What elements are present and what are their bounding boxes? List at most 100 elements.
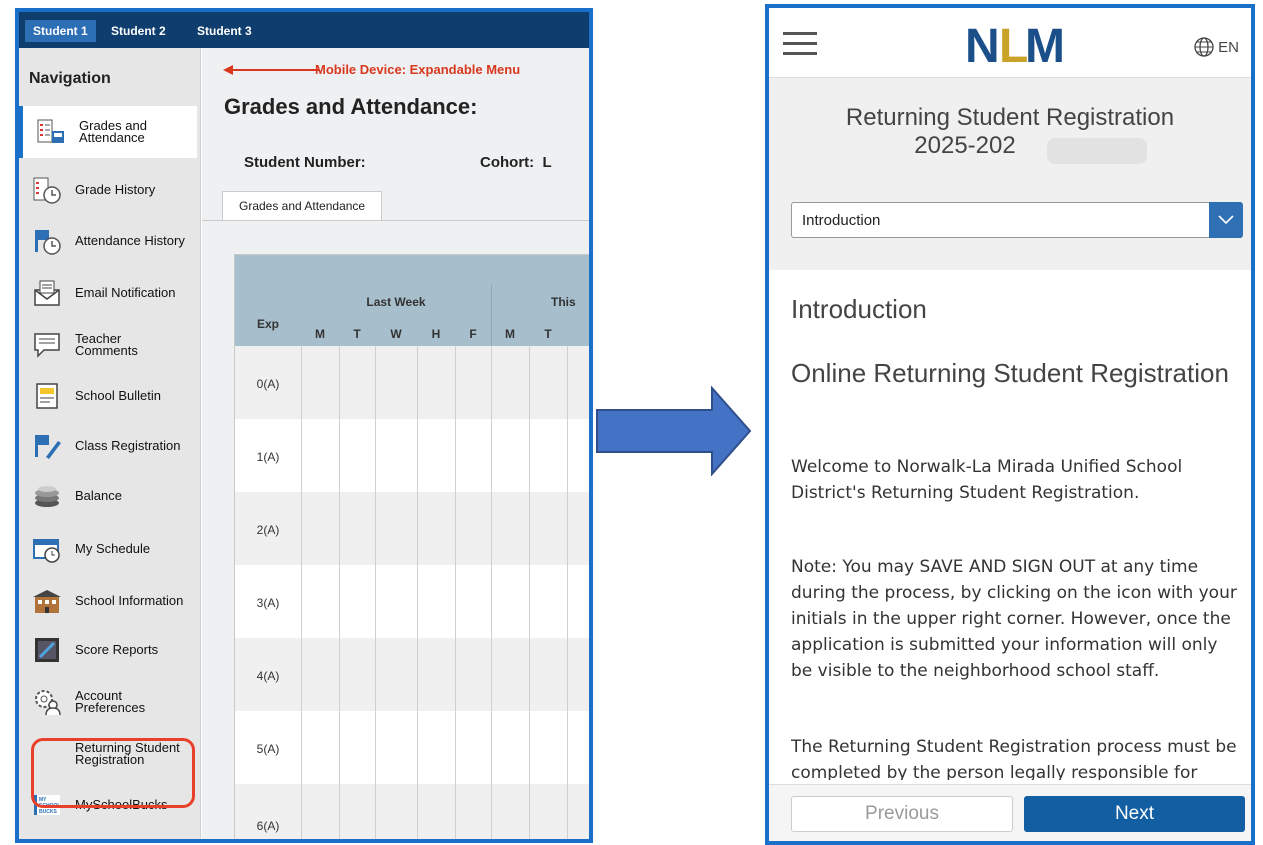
grades-attendance-icon	[35, 116, 67, 148]
cohort-value: L	[542, 154, 552, 171]
district-logo: N L M	[965, 18, 1077, 68]
period-label: 1(A)	[256, 450, 280, 464]
registration-year: 2025-202	[914, 132, 1016, 159]
redacted-year	[1047, 138, 1147, 164]
nav-label: Class Registration	[75, 438, 181, 453]
day-header: M	[505, 327, 515, 341]
school-information-icon	[31, 585, 63, 617]
note-paragraph: Note: You may SAVE AND SIGN OUT at any t…	[791, 557, 1237, 681]
school-bulletin-icon	[31, 380, 63, 412]
welcome-paragraph: Welcome to Norwalk-La Mirada Unified Sch…	[791, 457, 1183, 503]
nav-label: My Schedule	[75, 541, 151, 556]
globe-icon	[1194, 37, 1214, 57]
nav-item-teacher-comments[interactable]: Teacher Comments	[19, 322, 197, 368]
nav-item-class-registration[interactable]: Class Registration	[19, 422, 197, 470]
page-title: Grades and Attendance:	[224, 94, 478, 119]
nav-item-score-reports[interactable]: Score Reports	[19, 628, 197, 672]
app-header: N L M EN	[769, 8, 1251, 78]
process-paragraph: The Returning Student Registration proce…	[791, 737, 1237, 780]
nav-item-grade-history[interactable]: Grade History	[19, 166, 197, 214]
navigation-title: Navigation	[29, 70, 111, 87]
period-label: 3(A)	[256, 596, 280, 610]
email-notification-icon	[31, 277, 63, 309]
next-button[interactable]: Next	[1024, 796, 1245, 832]
attendance-history-icon	[31, 225, 63, 257]
this-week-header: This	[551, 295, 576, 309]
balance-icon	[31, 480, 63, 512]
hamburger-menu-icon[interactable]	[783, 32, 817, 56]
nav-item-account-preferences[interactable]: Account Preferences	[19, 678, 197, 726]
nav-item-my-schedule[interactable]: My Schedule	[19, 526, 197, 572]
teacher-comments-icon	[31, 329, 63, 361]
tab-divider	[202, 220, 589, 221]
nav-item-attendance-history[interactable]: Attendance History	[19, 218, 197, 264]
svg-text:M: M	[1025, 20, 1064, 68]
day-header: H	[431, 327, 441, 341]
transition-arrow	[596, 386, 752, 476]
nav-label: School Bulletin	[75, 388, 161, 403]
registration-title: Returning Student Registration 2025-202	[769, 104, 1251, 160]
nav-label: School Information	[75, 593, 184, 608]
step-selector[interactable]: Introduction	[791, 202, 1243, 238]
nav-label: Attendance History	[75, 233, 185, 248]
nav-item-school-bulletin[interactable]: School Bulletin	[19, 374, 197, 418]
nav-item-grades-attendance[interactable]: Grades and Attendance	[19, 106, 197, 158]
day-header: F	[469, 327, 477, 341]
nav-label: Teacher Comments	[75, 331, 138, 358]
left-screenshot: Student 1 Student 2 Student 3 Navigation…	[15, 8, 593, 843]
period-label: 5(A)	[256, 742, 280, 756]
right-screenshot: N L M EN Returning Student Registration …	[765, 4, 1255, 845]
highlight-box	[31, 738, 195, 808]
nav-label: Balance	[75, 488, 122, 503]
content-body: Introduction Online Returning Student Re…	[791, 270, 1241, 780]
exp-header: Exp	[256, 317, 279, 331]
my-schedule-icon	[31, 533, 63, 565]
day-header: T	[353, 327, 361, 341]
nav-item-email-notification[interactable]: Email Notification	[19, 270, 197, 316]
table-row	[235, 784, 589, 839]
day-header: W	[390, 327, 402, 341]
nav-label: Grades and Attendance	[79, 118, 147, 145]
attendance-grid: Exp Last Week This M T W H F M T 0(A) 1(…	[234, 254, 589, 839]
nav-label: Score Reports	[75, 642, 159, 657]
annotation-arrow	[223, 65, 319, 75]
nav-label: Grade History	[75, 182, 156, 197]
nav-item-balance[interactable]: Balance	[19, 476, 197, 516]
chevron-down-icon[interactable]	[1209, 202, 1243, 238]
student-number-label: Student Number:	[244, 154, 366, 171]
cohort-label: Cohort: L	[480, 154, 552, 171]
section-heading: Introduction	[791, 294, 927, 324]
student-tab-2[interactable]: Student 2	[103, 20, 174, 42]
score-reports-icon	[31, 634, 63, 666]
student-tab-bar: Student 1 Student 2 Student 3	[19, 12, 589, 48]
svg-text:BUCKS: BUCKS	[39, 809, 57, 815]
last-week-header: Last Week	[366, 295, 426, 309]
previous-button[interactable]: Previous	[791, 796, 1013, 832]
section-subheading: Online Returning Student Registration	[791, 358, 1229, 388]
language-selector[interactable]: EN	[1193, 36, 1239, 58]
svg-text:N: N	[965, 20, 999, 68]
grade-history-icon	[31, 174, 63, 206]
period-label: 2(A)	[256, 523, 280, 537]
day-header: T	[544, 327, 552, 341]
language-code: EN	[1218, 38, 1239, 56]
registration-header: Returning Student Registration 2025-202 …	[769, 78, 1251, 270]
student-tab-3[interactable]: Student 3	[189, 20, 260, 42]
account-preferences-icon	[31, 686, 63, 718]
day-header: M	[315, 327, 325, 341]
nav-item-school-information[interactable]: School Information	[19, 578, 197, 624]
navigation-sidebar: Navigation Grades and Attendance Grade H…	[19, 48, 201, 839]
svg-text:L: L	[999, 20, 1027, 68]
period-label: 0(A)	[256, 377, 280, 391]
tab-grades-and-attendance[interactable]: Grades and Attendance	[222, 191, 383, 221]
student-info-bar: Student Number: Cohort: L	[202, 140, 589, 186]
main-content: Grades and Attendance: Student Number: C…	[202, 48, 589, 839]
nav-label: Email Notification	[75, 285, 176, 300]
nav-label: Account Preferences	[75, 688, 146, 715]
navigation-footer: Previous Next	[769, 784, 1251, 841]
annotation-label: Mobile Device: Expandable Menu	[315, 62, 521, 77]
period-label: 6(A)	[256, 819, 280, 833]
student-tab-1[interactable]: Student 1	[25, 20, 96, 42]
class-registration-icon	[31, 430, 63, 462]
step-selector-value: Introduction	[802, 212, 881, 229]
